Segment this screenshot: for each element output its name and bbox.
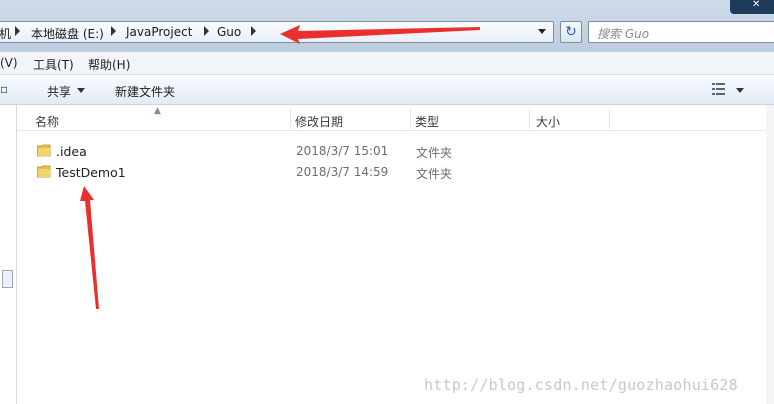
view-options-icon[interactable] <box>712 83 725 95</box>
menu-tools[interactable]: 工具(T) <box>33 56 74 73</box>
column-divider[interactable] <box>529 109 530 129</box>
menu-help[interactable]: 帮助(H) <box>88 56 130 73</box>
share-button[interactable]: 共享 <box>47 83 71 100</box>
crumb-drive[interactable]: 本地磁盘 (E:) <box>31 25 104 42</box>
sort-ascending-icon: ▲ <box>154 106 161 116</box>
column-divider[interactable] <box>290 109 291 129</box>
view-dropdown-icon[interactable] <box>736 88 744 93</box>
file-type: 文件夹 <box>416 167 453 181</box>
share-dropdown-icon[interactable] <box>77 88 85 93</box>
column-type[interactable]: 类型 <box>415 113 439 130</box>
column-name[interactable]: 名称 <box>35 113 59 130</box>
column-date-modified[interactable]: 修改日期 <box>295 113 343 130</box>
arrow-to-testdemo1 <box>80 186 99 309</box>
column-header: 名称 修改日期 类型 大小 <box>17 105 774 131</box>
folder-icon <box>37 165 51 178</box>
content-scrollbar[interactable] <box>766 105 774 404</box>
new-folder-button[interactable]: 新建文件夹 <box>115 83 175 100</box>
address-dropdown-icon[interactable] <box>538 29 546 34</box>
column-divider[interactable] <box>609 109 610 129</box>
folder-icon <box>37 144 51 157</box>
navigation-scrollbar[interactable] <box>2 270 13 288</box>
crumb-javaproject[interactable]: JavaProject <box>126 25 192 39</box>
refresh-icon[interactable]: ↻ <box>560 21 582 43</box>
crumb-separator-icon[interactable] <box>251 26 256 36</box>
menu-bar: (V) 工具(T) 帮助(H) <box>0 52 774 75</box>
crumb-computer[interactable]: 机 <box>0 25 11 42</box>
file-row-idea[interactable]: .idea 2018/3/7 15:01 文件夹 <box>17 141 774 161</box>
file-row-testdemo1[interactable]: TestDemo1 2018/3/7 14:59 文件夹 <box>17 162 774 182</box>
file-name[interactable]: TestDemo1 <box>56 165 126 180</box>
crumb-separator-icon[interactable] <box>15 26 20 36</box>
file-date: 2018/3/7 14:59 <box>296 165 389 179</box>
command-bar: ▫ 共享 新建文件夹 <box>0 75 774 105</box>
watermark: http://blog.csdn.net/guozhaohui628 <box>424 376 738 394</box>
file-name[interactable]: .idea <box>56 144 87 159</box>
file-date: 2018/3/7 15:01 <box>296 144 389 158</box>
organize-edge-icon[interactable]: ▫ <box>0 82 8 96</box>
column-size[interactable]: 大小 <box>536 113 560 130</box>
navigation-pane[interactable] <box>0 105 17 404</box>
menu-view[interactable]: (V) <box>0 56 18 70</box>
crumb-separator-icon[interactable] <box>204 26 209 36</box>
crumb-separator-icon[interactable] <box>111 26 116 36</box>
crumb-guo[interactable]: Guo <box>217 25 241 39</box>
address-bar[interactable]: 机 本地磁盘 (E:) JavaProject Guo <box>0 21 554 43</box>
column-divider[interactable] <box>410 109 411 129</box>
search-input[interactable]: 搜索 Guo <box>588 21 774 43</box>
close-icon[interactable]: ✕ <box>752 0 760 10</box>
file-type: 文件夹 <box>416 146 453 160</box>
